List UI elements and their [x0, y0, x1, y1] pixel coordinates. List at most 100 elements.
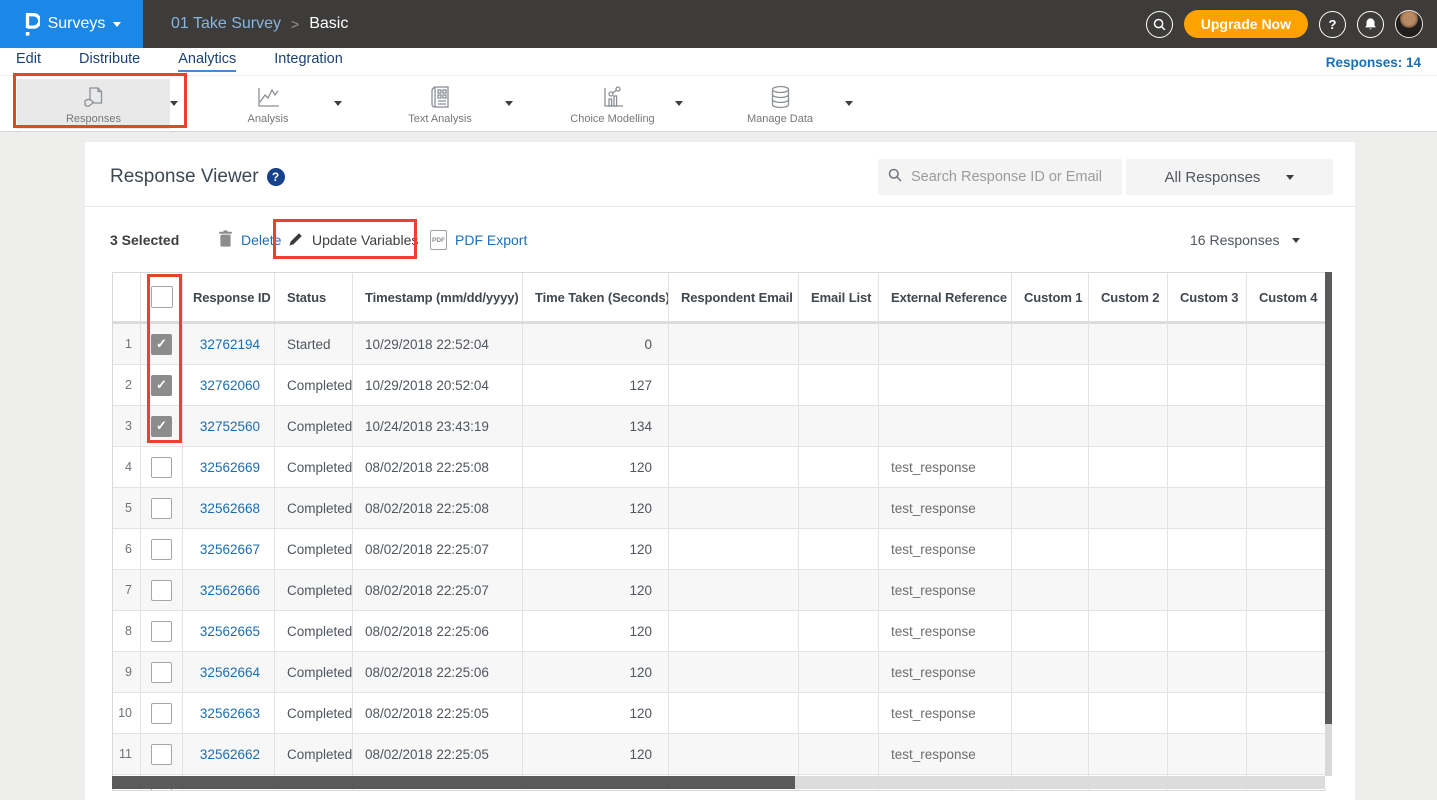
manage-data-dropdown-caret[interactable]	[845, 101, 853, 106]
cell-email_list	[799, 652, 879, 692]
cell-timestamp: 08/02/2018 22:25:07	[353, 529, 523, 569]
response-id-link[interactable]: 32762194	[183, 324, 275, 364]
cell-external_reference	[879, 324, 1012, 364]
toolbar-analysis-button[interactable]: Analysis	[198, 79, 338, 129]
row-checkbox[interactable]	[151, 539, 172, 560]
tab-distribute[interactable]: Distribute	[79, 51, 140, 72]
row-checkbox[interactable]: ✓	[151, 416, 172, 437]
row-checkbox[interactable]: ✓	[151, 334, 172, 355]
toolbar-responses-label: Responses	[66, 113, 121, 125]
update-variables-button[interactable]: Update Variables	[288, 218, 418, 262]
search-input[interactable]	[909, 168, 1112, 186]
response-search[interactable]	[878, 159, 1122, 195]
update-variables-label: Update Variables	[312, 232, 418, 248]
table-row: 832562665Completed08/02/2018 22:25:06120…	[113, 611, 1325, 652]
response-id-link[interactable]: 32562668	[183, 488, 275, 528]
text-analysis-dropdown-caret[interactable]	[505, 101, 513, 106]
cell-external_reference: test_response	[879, 447, 1012, 487]
responses-per-page-dropdown[interactable]: 16 Responses	[1190, 218, 1300, 262]
row-checkbox[interactable]	[151, 498, 172, 519]
column-header-timestamp[interactable]: Timestamp (mm/dd/yyyy)⇅	[353, 273, 523, 321]
response-id-link[interactable]: 32562665	[183, 611, 275, 651]
cell-num: 11	[113, 734, 141, 774]
select-all-checkbox[interactable]	[151, 286, 173, 308]
cell-custom2	[1089, 570, 1168, 610]
row-checkbox[interactable]	[151, 621, 172, 642]
response-id-link[interactable]: 32562669	[183, 447, 275, 487]
cell-custom3	[1168, 652, 1247, 692]
cell-custom1	[1012, 488, 1089, 528]
toolbar-manage-data-button[interactable]: Manage Data	[710, 79, 850, 129]
response-viewer-card: Response Viewer ? All Responses 3 Select…	[85, 142, 1355, 800]
horizontal-scrollbar-thumb[interactable]	[112, 776, 795, 789]
cell-email_list	[799, 734, 879, 774]
cell-external_reference: test_response	[879, 529, 1012, 569]
cell-status: Completed	[275, 734, 353, 774]
toolbar-choice-modelling-button[interactable]: Choice Modelling	[540, 79, 685, 129]
horizontal-scrollbar[interactable]	[112, 776, 1325, 789]
response-filter-dropdown[interactable]: All Responses	[1126, 159, 1333, 195]
vertical-scrollbar[interactable]	[1325, 272, 1332, 776]
cell-custom4	[1247, 406, 1324, 446]
analysis-dropdown-caret[interactable]	[334, 101, 342, 106]
delete-button[interactable]: Delete	[218, 218, 281, 262]
row-checkbox[interactable]: ✓	[151, 375, 172, 396]
help-button[interactable]: ?	[1319, 11, 1346, 38]
row-checkbox[interactable]	[151, 662, 172, 683]
text-analysis-icon	[427, 84, 454, 110]
cell-custom3	[1168, 734, 1247, 774]
cell-timestamp: 08/02/2018 22:25:06	[353, 652, 523, 692]
table-row: 432562669Completed08/02/2018 22:25:08120…	[113, 447, 1325, 488]
cell-custom4	[1247, 488, 1324, 528]
cell-custom3	[1168, 365, 1247, 405]
column-header-time_taken[interactable]: Time Taken (Seconds)⇅	[523, 273, 669, 321]
response-id-link[interactable]: 32562663	[183, 693, 275, 733]
cell-custom1	[1012, 570, 1089, 610]
analytics-toolbar: Responses Analysis Text Analysis	[0, 76, 1437, 132]
pdf-export-button[interactable]: PDF PDF Export	[430, 218, 527, 262]
response-id-link[interactable]: 32562662	[183, 734, 275, 774]
responses-dropdown-caret[interactable]	[170, 101, 178, 106]
tab-integration[interactable]: Integration	[274, 51, 343, 72]
breadcrumb-survey-link[interactable]: 01 Take Survey	[171, 15, 281, 33]
product-name: Surveys	[48, 15, 106, 33]
product-switcher[interactable]: Surveys	[0, 0, 143, 48]
cell-custom2	[1089, 324, 1168, 364]
response-id-link[interactable]: 32562664	[183, 652, 275, 692]
toolbar-responses-button[interactable]: Responses	[17, 79, 170, 129]
cell-external_reference	[879, 406, 1012, 446]
responses-table: Response ID⇅StatusTimestamp (mm/dd/yyyy)…	[112, 272, 1326, 791]
column-header-custom3: Custom 3	[1168, 273, 1247, 321]
user-avatar[interactable]	[1395, 10, 1423, 38]
response-id-link[interactable]: 32562667	[183, 529, 275, 569]
row-checkbox[interactable]	[151, 744, 172, 765]
cell-time_taken: 120	[523, 447, 669, 487]
tab-analytics[interactable]: Analytics	[178, 51, 236, 72]
row-checkbox[interactable]	[151, 457, 172, 478]
responses-per-page-value: 16 Responses	[1190, 232, 1280, 248]
table-header-row: Response ID⇅StatusTimestamp (mm/dd/yyyy)…	[113, 273, 1325, 324]
response-id-link[interactable]: 32752560	[183, 406, 275, 446]
table-row: 932562664Completed08/02/2018 22:25:06120…	[113, 652, 1325, 693]
viewer-help-icon[interactable]: ?	[267, 168, 285, 186]
search-icon[interactable]	[1146, 11, 1173, 38]
column-header-id[interactable]: Response ID⇅	[183, 273, 275, 321]
toolbar-text-analysis-button[interactable]: Text Analysis	[370, 79, 510, 129]
table-row: 1032562663Completed08/02/2018 22:25:0512…	[113, 693, 1325, 734]
cell-respondent_email	[669, 570, 799, 610]
cell-respondent_email	[669, 365, 799, 405]
cell-custom3	[1168, 324, 1247, 364]
row-checkbox[interactable]	[151, 580, 172, 601]
cell-time_taken: 134	[523, 406, 669, 446]
tab-edit[interactable]: Edit	[16, 51, 41, 72]
cell-custom3	[1168, 693, 1247, 733]
cell-custom1	[1012, 447, 1089, 487]
row-checkbox[interactable]	[151, 703, 172, 724]
choice-modelling-dropdown-caret[interactable]	[675, 101, 683, 106]
response-id-link[interactable]: 32762060	[183, 365, 275, 405]
vertical-scrollbar-thumb[interactable]	[1325, 272, 1332, 724]
notifications-button[interactable]	[1357, 11, 1384, 38]
chevron-down-icon	[1286, 175, 1294, 180]
upgrade-now-button[interactable]: Upgrade Now	[1184, 10, 1308, 38]
response-id-link[interactable]: 32562666	[183, 570, 275, 610]
